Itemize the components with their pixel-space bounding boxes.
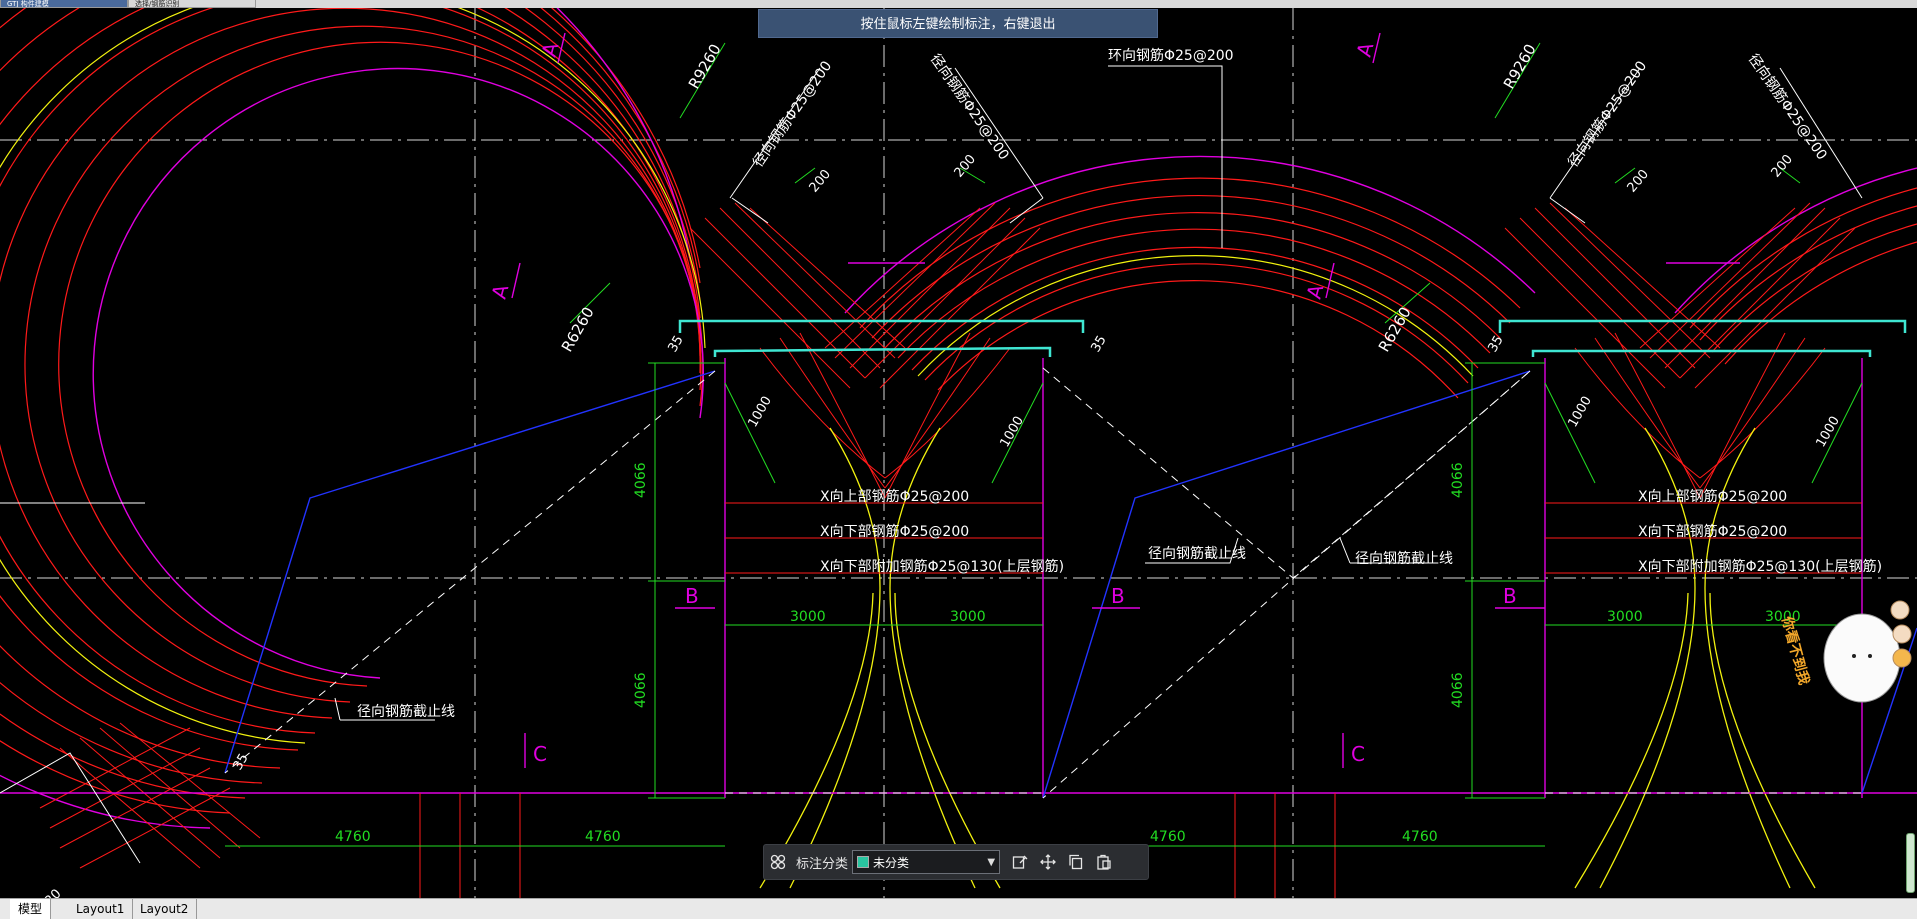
dim-1000-1: 1000 [745,394,775,430]
layout-tab-bar: 模型 Layout1 Layout2 [0,898,1917,919]
annotation-category-value: 未分类 [873,855,910,870]
dim-1000-4: 1000 [1813,414,1843,450]
section-mark-lines [511,32,1545,768]
annotation-toolbar: 标注分类 未分类 ▼ [763,844,1149,880]
left-ring-rebar [0,8,704,814]
section-mark-b3: B [1503,584,1517,608]
edit-icon[interactable] [1006,848,1034,876]
dim-4760-1: 4760 [335,829,371,845]
blue-boundary-lines [224,370,1917,799]
radial-rebar-label-4: 径向钢筋Φ25@200 [1745,51,1831,164]
radius-label-r9260-2: R9260 [1500,41,1540,92]
tab-layout2[interactable]: Layout2 [132,899,198,919]
radius-label-r9260-1: R9260 [685,41,725,92]
grid-icon[interactable] [764,848,792,876]
ring-rebar-label: 环向钢筋Φ25@200 [1108,47,1234,64]
x-add-rebar-label-2: X向下部附加钢筋Φ25@130(上层钢筋) [1638,558,1882,575]
dim-200-3: 200 [1625,167,1652,196]
vertical-scrollbar-thumb[interactable] [1906,833,1915,893]
copy-icon[interactable] [1062,848,1090,876]
annotation-category-label: 标注分类 [796,856,849,872]
radial-stop-label-3: 径向钢筋截止线 [357,703,455,720]
command-hint-banner: 按住鼠标左键绘制标注，右键退出 [758,9,1158,38]
top-tab-modeling[interactable]: GTJ 构件建模 [0,0,128,8]
right-ring-rebar [1689,187,1917,365]
dim-4066-4: 4066 [1450,672,1466,708]
dim-200-4: 200 [1769,152,1796,181]
dim-3000-3: 3000 [1607,609,1643,625]
dim-35-2: 35 [1088,333,1109,355]
mascot-caption: 你看不到我 [1778,614,1813,687]
dim-3000-2: 3000 [950,609,986,625]
dim-35-4: 35 [230,751,251,773]
white-leader-lines [0,65,1863,864]
x-top-rebar-label-2: X向上部钢筋Φ25@200 [1638,488,1787,505]
dim-1000-2: 1000 [997,414,1027,450]
section-mark-c1: C [533,742,547,766]
dim-4760-3: 4760 [1150,829,1186,845]
dim-1000-3: 1000 [1565,394,1595,430]
cad-drawing-canvas[interactable]: 环向钢筋Φ25@200 径向钢筋Φ25@200 径向钢筋Φ25@200 径向钢筋… [0,8,1917,898]
section-mark-a3: A [1352,40,1379,60]
dim-4760-2: 4760 [585,829,621,845]
radial-rebar-label-3: 径向钢筋Φ25@200 [1564,58,1650,171]
section-mark-c2: C [1351,742,1365,766]
tab-model[interactable]: 模型 [10,899,52,919]
move-icon[interactable] [1034,848,1062,876]
radial-stop-label-2: 径向钢筋截止线 [1355,550,1453,567]
radial-stop-label-1: 径向钢筋截止线 [1148,545,1246,562]
category-color-swatch [857,856,870,868]
dim-35-1: 35 [665,333,686,355]
center-ring-magenta [844,155,1536,314]
dim-4066-2: 4066 [633,672,649,708]
x-add-rebar-label-1: X向下部附加钢筋Φ25@130(上层钢筋) [820,558,1064,575]
annotation-category-select[interactable]: 未分类 ▼ [852,850,1001,874]
radial-rebar-label-1: 径向钢筋Φ25@200 [749,58,835,171]
dim-20: 20 [42,887,64,898]
radial-rebar-label-2: 径向钢筋Φ25@200 [927,51,1013,164]
x-top-rebar-label-1: X向上部钢筋Φ25@200 [820,488,969,505]
x-bottom-rebar-label-1: X向下部钢筋Φ25@200 [820,523,969,540]
dim-4760-4: 4760 [1402,829,1438,845]
section-mark-b2: B [1111,584,1125,608]
top-tab-recognition[interactable]: 选择/钢筋识别 [128,0,256,8]
dim-4066-1: 4066 [633,462,649,498]
dim-4066-3: 4066 [1450,462,1466,498]
top-tab-strip: GTJ 构件建模 选择/钢筋识别 [0,0,1917,8]
dim-3000-1: 3000 [790,609,826,625]
center-ring-yellow [917,255,1474,377]
axis-lines [0,8,1917,898]
radius-label-r6260-2: R6260 [1375,304,1415,355]
right-ring-magenta [1674,167,1917,314]
radius-label-r6260-1: R6260 [558,304,598,355]
left-ring-magenta [0,8,704,829]
left-ring-yellow [0,8,706,744]
chevron-down-icon: ▼ [987,856,996,868]
dim-200-2: 200 [952,152,979,181]
x-bottom-rebar-label-2: X向下部钢筋Φ25@200 [1638,523,1787,540]
paste-icon[interactable] [1090,848,1118,876]
tab-layout1[interactable]: Layout1 [68,899,134,919]
section-mark-a2: A [487,282,514,302]
section-mark-b1: B [685,584,699,608]
mascot-sticker: 你看不到我 [1770,596,1917,716]
